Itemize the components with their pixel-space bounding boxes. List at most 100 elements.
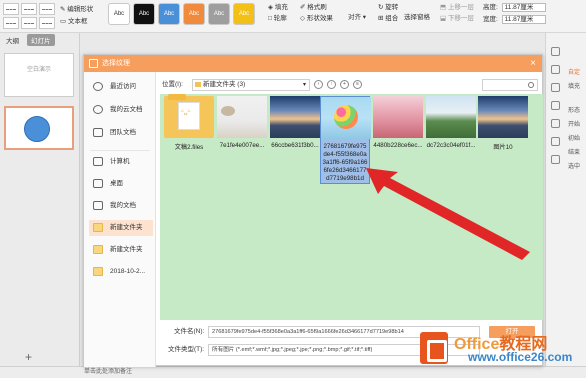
shape-style-gray[interactable]: Abc <box>208 3 230 25</box>
fill-outline-group: ◈ 填充 □ 轮廓 <box>268 2 288 24</box>
pane-icon-2[interactable] <box>551 65 560 74</box>
file-item[interactable]: 7e1fe4e007ee... <box>217 96 267 149</box>
file-item[interactable]: 图片10 <box>478 96 528 151</box>
chevron-down-icon: ▾ <box>302 82 306 88</box>
nav-desktop[interactable]: 桌面 <box>89 176 153 192</box>
nav-documents[interactable]: 我的文档 <box>89 198 153 214</box>
file-item[interactable]: dc72c3c04ef01f... <box>426 96 476 149</box>
folder-icon <box>93 245 103 254</box>
pane-label-start: 开始 <box>568 122 581 128</box>
folder-icon <box>93 223 103 232</box>
file-item[interactable]: 66ccbe631f3b0... <box>270 96 320 149</box>
file-name: 图片10 <box>493 144 513 151</box>
arrange-group: ↻ 旋转 ⊞ 组合 <box>378 2 398 24</box>
pane-label-fill: 填充 <box>568 84 581 90</box>
selection-pane-label: 选择窗格 <box>404 14 430 21</box>
dialog-title: 选择纹理 <box>102 60 130 67</box>
send-backward-label: 下移一层 <box>447 15 474 22</box>
file-name: 7e1fe4e007ee... <box>219 142 265 149</box>
location-dropdown[interactable]: 新建文件夹 (3) ▾ <box>192 79 310 91</box>
pane-icon-5[interactable] <box>551 119 560 128</box>
shape-style-black[interactable]: Abc <box>133 3 155 25</box>
cloud-icon <box>93 105 103 114</box>
outline-label: 轮廓 <box>273 15 287 22</box>
outline-button[interactable]: □ 轮廓 <box>268 13 288 24</box>
file-name: 66ccbe631f3b0... <box>271 142 319 149</box>
pane-icon-3[interactable] <box>551 83 560 92</box>
location-label: 位置(I): <box>162 81 183 88</box>
nav-computer[interactable]: 计算机 <box>89 154 153 170</box>
nav-label: 桌面 <box>110 180 123 187</box>
computer-icon <box>93 157 103 166</box>
up-folder-icon[interactable]: ↑ <box>327 80 336 89</box>
selection-pane-button[interactable]: 选择窗格 <box>404 12 430 23</box>
nav-label: 新建文件夹 <box>110 224 143 231</box>
image-thumbnail <box>270 96 320 138</box>
file-name: dc72c3c04ef01f... <box>426 142 476 149</box>
filename-label: 文件名(N): <box>174 328 205 335</box>
align-label: 对齐 <box>348 14 361 21</box>
new-folder-icon[interactable]: + <box>340 80 349 89</box>
nav-cloud[interactable]: 我的云文档 <box>89 102 153 118</box>
nav-label: 最近访问 <box>110 83 136 90</box>
group-button[interactable]: ⊞ 组合 <box>378 13 398 24</box>
back-icon[interactable]: ‹ <box>314 80 323 89</box>
rotate-button[interactable]: ↻ 旋转 <box>378 2 398 13</box>
close-icon[interactable]: × <box>530 55 536 72</box>
nav-team[interactable]: 团队文档 <box>89 125 153 141</box>
task-pane: 自定 填充 形态 开始 初始 结束 选中 <box>545 33 586 366</box>
tab-slides[interactable]: 幻灯片 <box>27 34 55 46</box>
pane-icon-6[interactable] <box>551 137 560 146</box>
search-input[interactable] <box>482 79 538 91</box>
tab-outline[interactable]: 大纲 <box>6 35 19 45</box>
nav-recent[interactable]: 最近访问 <box>89 79 153 95</box>
slide-thumbnail-1[interactable]: 空白演示 <box>4 53 74 97</box>
desktop-icon <box>93 179 103 188</box>
status-bar: 单击此处添加备注 <box>0 366 586 378</box>
team-icon <box>93 128 103 137</box>
send-backward-button[interactable]: ⬓ 下移一层 <box>440 13 474 24</box>
watermark-url: www.office26.com <box>468 350 573 364</box>
pane-icon-4[interactable] <box>551 101 560 110</box>
document-icon <box>93 201 103 210</box>
edit-shape-button[interactable]: ✎ 编辑形状 <box>60 3 93 13</box>
shape-style-blue[interactable]: Abc <box>158 3 180 25</box>
file-item[interactable]: 4480b228ce6ec... <box>373 96 423 149</box>
image-thumbnail <box>426 96 476 138</box>
pane-label-custom: 自定 <box>568 70 581 76</box>
shape-style-white[interactable]: Abc <box>108 3 130 25</box>
height-field[interactable]: 11.87厘米 <box>501 2 546 12</box>
shape-outline-swatches[interactable] <box>3 3 55 29</box>
nav-folder-new-1[interactable]: 新建文件夹 <box>89 220 153 236</box>
bring-forward-button[interactable]: ⬒ 上移一层 <box>440 2 474 13</box>
width-field[interactable]: 11.87厘米 <box>501 14 546 24</box>
shape-effect-button[interactable]: ◇ 形状效果 <box>300 13 333 24</box>
text-box-button[interactable]: ▭ 文本框 <box>60 15 87 25</box>
pane-icon-1[interactable] <box>551 47 560 56</box>
panel-tabs: 大纲 幻灯片 <box>0 33 79 47</box>
shape-style-yellow[interactable]: Abc <box>233 3 255 25</box>
search-icon <box>528 82 534 88</box>
view-mode-icon[interactable]: ≡ <box>353 80 362 89</box>
file-item[interactable]: ᵔᴗᵔ 文稿2.files <box>164 94 214 151</box>
shape-style-orange[interactable]: Abc <box>183 3 205 25</box>
location-value: 新建文件夹 (3) <box>203 81 246 88</box>
dialog-nav: 最近访问 我的云文档 团队文档 计算机 桌面 我的文档 新建文件夹 新建文件夹 … <box>84 72 156 367</box>
nav-label: 团队文档 <box>110 129 136 136</box>
ribbon-toolbar: ✎ 编辑形状 ▭ 文本框 Abc Abc Abc Abc Abc Abc ◈ 填… <box>0 0 586 33</box>
circle-shape <box>24 116 50 142</box>
slide-thumbnail-2[interactable] <box>4 106 74 150</box>
notes-hint[interactable]: 单击此处添加备注 <box>84 369 132 375</box>
pane-label-end: 结束 <box>568 150 581 156</box>
fill-button[interactable]: ◈ 填充 <box>268 2 288 13</box>
format-brush-button[interactable]: ✐ 格式刷 <box>300 2 333 13</box>
nav-folder-new-2[interactable]: 新建文件夹 <box>89 242 153 258</box>
align-button[interactable]: 对齐 ▾ <box>348 12 366 23</box>
help-icon[interactable] <box>551 155 560 164</box>
fill-label: 填充 <box>274 4 288 11</box>
add-slide-icon[interactable]: + <box>25 350 32 364</box>
folder-icon <box>195 82 201 87</box>
file-item-selected[interactable]: 27681679fe975de4-f55f368e0a3a1ff6-65f9a1… <box>320 96 371 184</box>
nav-folder-date[interactable]: 2018-10-2... <box>89 264 153 280</box>
clock-icon <box>93 82 103 91</box>
